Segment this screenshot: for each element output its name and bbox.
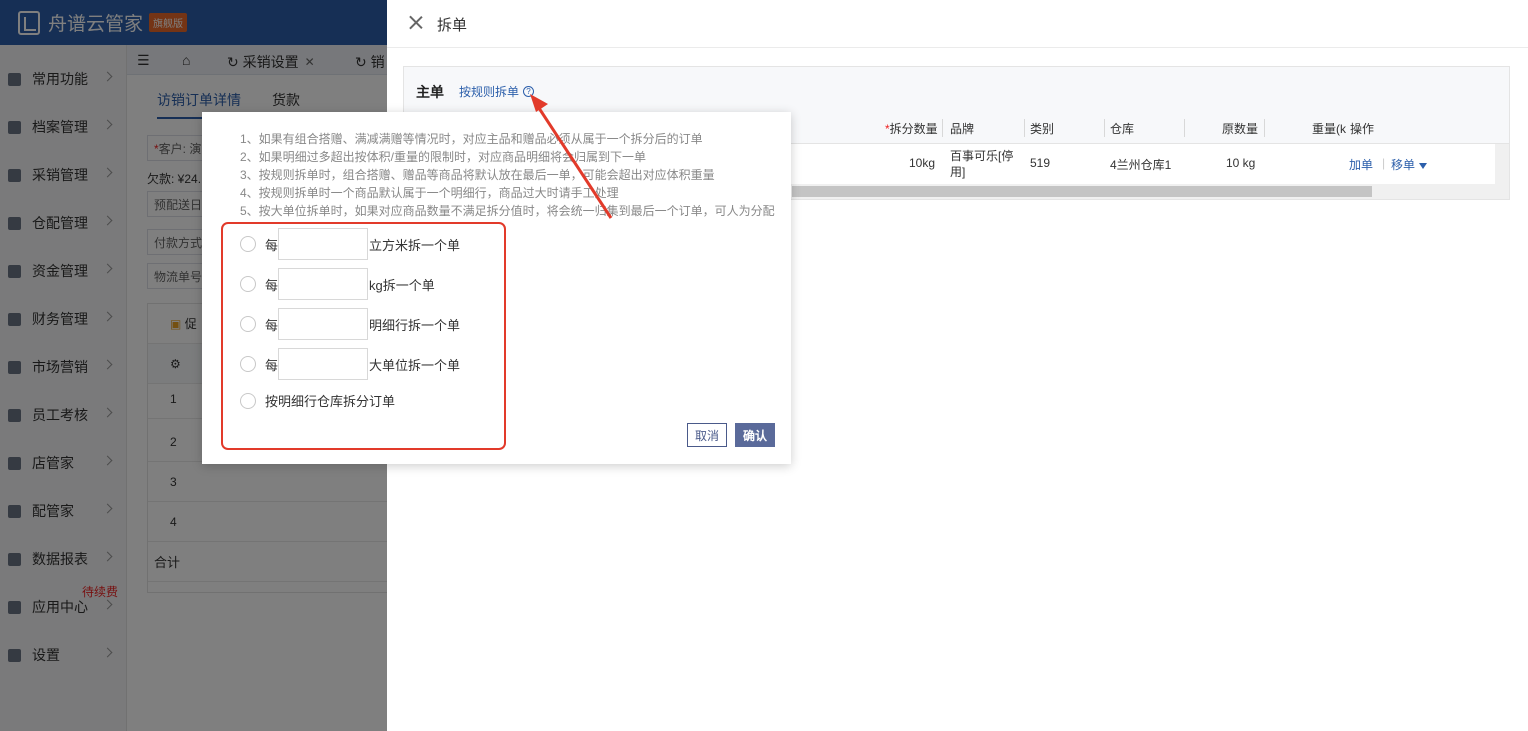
col-label: 拆分数量 [889,122,938,136]
split-qty-value[interactable]: 10kg [909,156,935,170]
col-divider [1024,119,1025,137]
highlight-box [221,222,506,450]
link-divider: | [1382,156,1386,170]
vertical-scrollbar[interactable] [1495,144,1509,184]
tip-line: 4、按规则拆单时一个商品默认属于一个明细行，商品过大时请手工处理 [240,186,619,200]
warehouse-value: 4兰州仓库1 [1110,158,1172,172]
col-split-qty: *拆分数量 [885,122,938,136]
drawer-header: 拆单 [387,0,1528,48]
col-weight: 重量(k [1312,122,1346,136]
col-divider [1184,119,1185,137]
scrollbar-thumb[interactable] [792,186,1372,197]
caret-down-icon [1419,162,1428,169]
add-order-link[interactable]: 加单 [1349,156,1373,173]
help-icon[interactable]: ? [523,86,535,97]
drawer-title: 拆单 [437,17,468,34]
split-by-rule-link[interactable]: 按规则拆单? [459,83,535,100]
category-value: 519 [1030,156,1051,170]
move-order-dropdown[interactable]: 移单 [1391,156,1428,173]
col-brand: 品牌 [950,122,975,136]
move-order-label: 移单 [1391,158,1416,172]
tips-list: 1、如果有组合搭赠、满减满赠等情况时，对应主品和赠品必须从属于一个拆分后的订单 … [240,130,785,220]
close-icon[interactable] [409,15,423,29]
main-order-label: 主单 [416,84,444,100]
tip-line: 1、如果有组合搭赠、满减满赠等情况时，对应主品和赠品必须从属于一个拆分后的订单 [240,132,703,146]
tip-line: 2、如果明细过多超出按体积/重量的限制时，对应商品明细将会归属到下一单 [240,150,647,164]
tip-line: 5、按大单位拆单时，如果对应商品数量不满足拆分值时，将会统一归集到最后一个订单，… [240,204,775,218]
rule-link-label: 按规则拆单 [459,85,520,99]
brand-value: 百事可乐[停用] [950,149,1014,179]
col-action: 操作 [1350,122,1375,136]
cancel-button[interactable]: 取消 [687,423,727,447]
col-divider [1264,119,1265,137]
col-orig-qty: 原数量 [1222,122,1259,136]
orig-qty-value: 10 kg [1226,156,1256,170]
tip-line: 3、按规则拆单时，组合搭赠、赠品等商品将默认放在最后一单，可能会超出对应体积重量 [240,168,715,182]
col-divider [1104,119,1105,137]
col-category: 类别 [1030,122,1055,136]
col-divider [942,119,943,137]
add-order-label: 加单 [1349,158,1374,172]
confirm-button[interactable]: 确认 [735,423,775,447]
col-warehouse: 仓库 [1110,122,1135,136]
